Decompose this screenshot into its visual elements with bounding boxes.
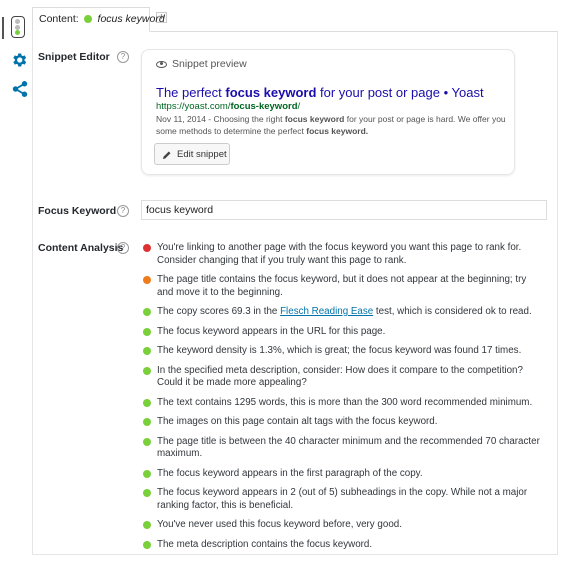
snippet-editor-help-icon[interactable]: ? [117,51,129,63]
analysis-item-text: The focus keyword appears in 2 (out of 5… [157,487,528,511]
analysis-item-text: The focus keyword appears in the first p… [157,467,423,479]
focus-keyword-label: Focus Keyword [38,205,117,217]
status-bullet-icon [143,437,151,446]
snippet-title[interactable]: The perfect focus keyword for your post … [156,85,484,100]
analysis-item: The keyword density is 1.3%, which is gr… [143,345,541,358]
focus-keyword-help-icon[interactable]: ? [117,205,129,217]
analysis-item: The images on this page contain alt tags… [143,416,541,429]
status-bullet-icon [143,398,151,407]
analysis-item: The text contains 1295 words, this is mo… [143,397,541,410]
analysis-item: The page title is between the 40 charact… [143,436,541,461]
tab-focus-keyword[interactable]: Content: focus keyword [32,7,165,32]
analysis-item: In the specified meta description, consi… [143,365,541,390]
tab-keyword: focus keyword [97,13,165,25]
content-analysis-list: You're linking to another page with the … [143,242,541,558]
analysis-item: You've never used this focus keyword bef… [143,519,541,532]
status-bullet-icon [143,244,151,252]
eye-icon [156,60,167,68]
analysis-item-text: In the specified meta description, consi… [157,364,523,389]
analysis-item: The copy scores 69.3 in the Flesch Readi… [143,306,541,319]
analysis-item-text: The focus keyword appears in the URL for… [157,325,386,337]
analysis-item: The meta description contains the focus … [143,539,541,552]
status-bullet-icon [143,418,151,426]
analysis-item: The focus keyword appears in the first p… [143,468,541,481]
analysis-item: The focus keyword appears in the URL for… [143,326,541,339]
content-analysis-label: Content Analysis [38,242,124,254]
snippet-preview: Snippet preview The perfect focus keywor… [141,49,515,175]
status-bullet-icon [143,540,151,549]
status-bullet-icon [143,366,151,375]
analysis-item: The page title contains the focus keywor… [143,274,541,299]
analysis-item-text: The keyword density is 1.3%, which is gr… [157,345,522,356]
edit-snippet-button[interactable]: Edit snippet [154,143,230,165]
snippet-url[interactable]: https://yoast.com/focus-keyword/ [156,101,300,112]
traffic-light-icon[interactable] [11,16,25,38]
analysis-item-text: The images on this page contain alt tags… [157,416,438,427]
active-tab-indicator [2,17,4,39]
status-bullet-icon [143,308,151,316]
analysis-item-text: You've never used this focus keyword bef… [157,519,402,530]
pencil-icon [163,151,171,159]
analysis-item-text: The meta description contains the focus … [157,538,373,550]
snippet-description[interactable]: Nov 11, 2014 - Choosing the right focus … [156,113,508,137]
analysis-item-text: The text contains 1295 words, this is mo… [157,396,533,408]
analysis-item-text: The page title is between the 40 charact… [157,435,540,460]
tab-label: Content: [39,13,79,25]
analysis-item: You're linking to another page with the … [143,242,541,267]
analysis-item-text: The page title contains the focus keywor… [157,274,527,298]
status-bullet-icon [143,347,151,355]
snippet-preview-heading: Snippet preview [156,58,247,70]
content-analysis-help-icon[interactable]: ? [117,242,129,254]
focus-keyword-input[interactable] [141,200,547,220]
status-bullet-icon [143,276,151,284]
status-bullet-icon [143,489,151,497]
analysis-item: The focus keyword appears in 2 (out of 5… [143,487,541,512]
metabox-sidebar [0,0,32,562]
gear-icon[interactable] [10,51,28,69]
flesch-reading-ease-link[interactable]: Flesch Reading Ease [280,306,373,317]
status-bullet-icon [143,521,151,529]
status-bullet-icon [143,327,151,336]
snippet-editor-label: Snippet Editor [38,51,110,63]
analysis-item-text: You're linking to another page with the … [157,242,522,266]
status-dot-icon [83,15,92,23]
share-icon[interactable] [11,80,29,98]
status-bullet-icon [143,469,151,478]
